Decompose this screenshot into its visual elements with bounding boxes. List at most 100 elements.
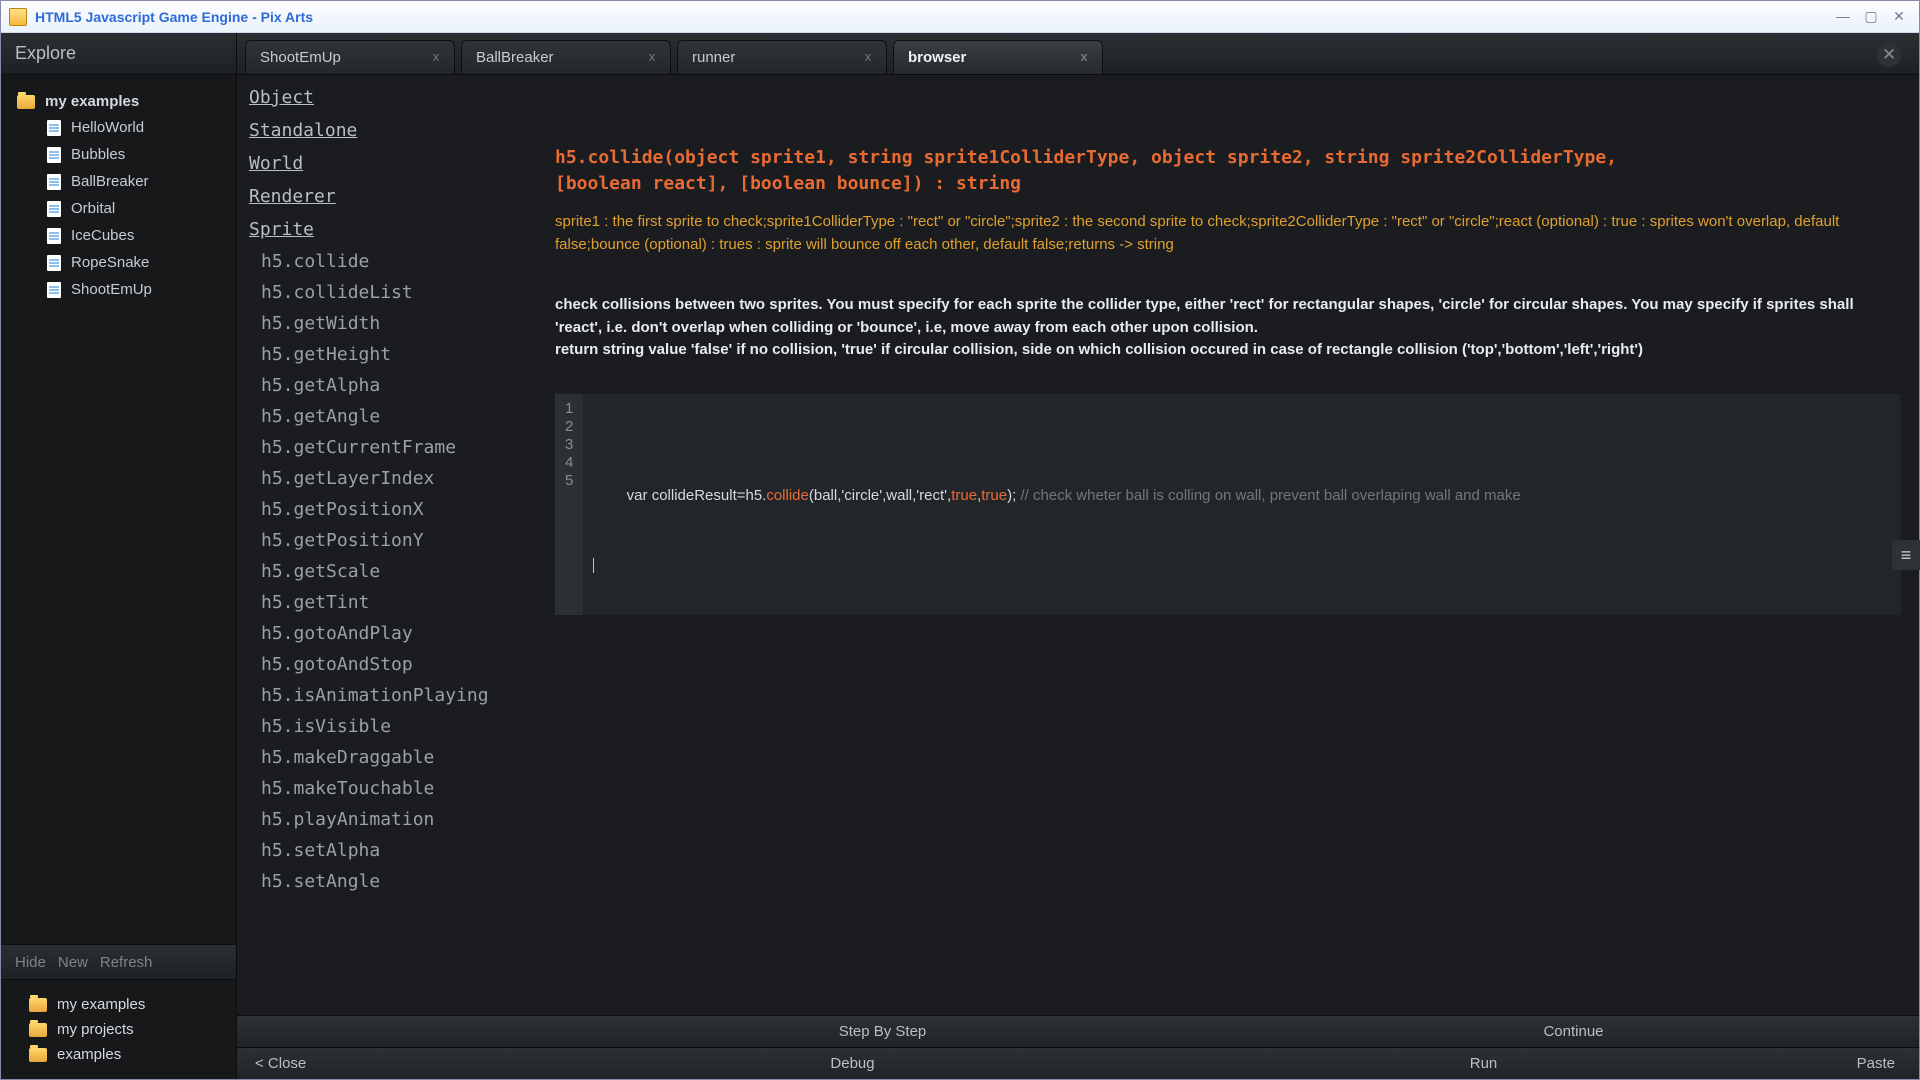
folder-my-examples[interactable]: my examples <box>11 992 226 1017</box>
tab-close-button[interactable]: x <box>644 49 660 65</box>
api-item-h5-setalpha[interactable]: h5.setAlpha <box>237 835 537 866</box>
folders-list: my examples my projects examples <box>1 980 236 1079</box>
api-item-h5-isvisible[interactable]: h5.isVisible <box>237 711 537 742</box>
api-item-h5-maketouchable[interactable]: h5.makeTouchable <box>237 773 537 804</box>
tab-label: ShootEmUp <box>260 49 341 66</box>
code-example[interactable]: 12345 var collideResult=h5.collide(ball,… <box>555 394 1901 615</box>
footer-bar: < Close Debug Run Paste <box>237 1047 1919 1079</box>
tab-runner[interactable]: runner x <box>677 40 887 74</box>
explorer-header: Explore <box>1 33 236 75</box>
tab-label: browser <box>908 49 966 66</box>
api-category-object[interactable]: Object <box>237 81 537 114</box>
refresh-button[interactable]: Refresh <box>100 954 153 971</box>
function-signature-line2: [boolean react], [boolean bounce]) : str… <box>555 171 1901 197</box>
explorer-sidebar: Explore my examples HelloWorld BubblesBal… <box>1 33 237 1079</box>
file-label: RopeSnake <box>71 254 149 271</box>
workspace: ObjectStandaloneWorldRendererSpriteh5.co… <box>237 75 1919 1015</box>
maximize-button[interactable]: ▢ <box>1859 7 1883 27</box>
file-icon <box>47 120 61 136</box>
api-item-h5-getpositionx[interactable]: h5.getPositionX <box>237 494 537 525</box>
tab-close-button[interactable]: x <box>860 49 876 65</box>
explorer-tree: my examples HelloWorld BubblesBallBreaker… <box>1 75 236 944</box>
file-icon <box>47 147 61 163</box>
api-item-h5-getscale[interactable]: h5.getScale <box>237 556 537 587</box>
api-item-h5-getangle[interactable]: h5.getAngle <box>237 401 537 432</box>
text-cursor <box>593 558 594 573</box>
close-panel-button[interactable]: < Close <box>237 1055 537 1072</box>
folder-icon <box>29 1048 47 1062</box>
file-icon <box>47 228 61 244</box>
file-icon <box>47 174 61 190</box>
api-navigation[interactable]: ObjectStandaloneWorldRendererSpriteh5.co… <box>237 75 537 1015</box>
continue-button[interactable]: Continue <box>1228 1023 1919 1040</box>
folder-label: examples <box>57 1046 121 1063</box>
side-menu-icon[interactable]: ≡ <box>1892 540 1920 570</box>
tab-shootemup[interactable]: ShootEmUp x <box>245 40 455 74</box>
api-item-h5-playanimation[interactable]: h5.playAnimation <box>237 804 537 835</box>
app-icon <box>9 8 27 26</box>
close-window-button[interactable]: ✕ <box>1887 7 1911 27</box>
long-description: check collisions between two sprites. Yo… <box>555 294 1901 362</box>
doc-body[interactable]: h5.collide(object sprite1, string sprite… <box>537 75 1919 1015</box>
api-category-world[interactable]: World <box>237 147 537 180</box>
file-item-shootemup[interactable]: ShootEmUp <box>11 276 226 303</box>
code-lines[interactable]: var collideResult=h5.collide(ball,'circl… <box>583 394 1530 615</box>
api-item-h5-isanimationplaying[interactable]: h5.isAnimationPlaying <box>237 680 537 711</box>
debug-bar: Step By Step Continue <box>237 1015 1919 1047</box>
api-category-renderer[interactable]: Renderer <box>237 180 537 213</box>
api-item-h5-gotoandstop[interactable]: h5.gotoAndStop <box>237 649 537 680</box>
documentation-panel: h5.collide(object sprite1, string sprite… <box>537 75 1919 1015</box>
tab-close-button[interactable]: x <box>428 49 444 65</box>
file-item-icecubes[interactable]: IceCubes <box>11 222 226 249</box>
tab-ballbreaker[interactable]: BallBreakerx <box>461 40 671 74</box>
api-item-h5-collide[interactable]: h5.collide <box>237 246 537 277</box>
file-item-bubbles[interactable]: Bubbles <box>11 141 226 168</box>
bottom-toolbars: Step By Step Continue < Close Debug Run … <box>237 1015 1919 1079</box>
file-item-ropesnake[interactable]: RopeSnake <box>11 249 226 276</box>
api-item-h5-collidelist[interactable]: h5.collideList <box>237 277 537 308</box>
file-item-helloworld[interactable]: HelloWorld <box>11 114 226 141</box>
tab-label: runner <box>692 49 735 66</box>
api-item-h5-makedraggable[interactable]: h5.makeDraggable <box>237 742 537 773</box>
folder-label: my examples <box>45 93 139 110</box>
main-area: ShootEmUpxBallBreakerxrunnerxbrowserx✕ O… <box>237 33 1919 1079</box>
api-category-standalone[interactable]: Standalone <box>237 114 537 147</box>
api-item-h5-getwidth[interactable]: h5.getWidth <box>237 308 537 339</box>
folder-examples[interactable]: examples <box>11 1042 226 1067</box>
parameters-description: sprite1 : the first sprite to check;spri… <box>555 211 1901 256</box>
api-item-h5-gettint[interactable]: h5.getTint <box>237 587 537 618</box>
api-item-h5-getheight[interactable]: h5.getHeight <box>237 339 537 370</box>
api-item-h5-getpositiony[interactable]: h5.getPositionY <box>237 525 537 556</box>
file-icon <box>47 255 61 271</box>
tab-browser[interactable]: browser x <box>893 40 1103 74</box>
api-item-h5-getcurrentframe[interactable]: h5.getCurrentFrame <box>237 432 537 463</box>
file-label: ShootEmUp <box>71 281 152 298</box>
file-item-ballbreaker[interactable]: BallBreaker <box>11 168 226 195</box>
function-signature-line1: h5.collide(object sprite1, string sprite… <box>555 145 1901 171</box>
api-category-sprite[interactable]: Sprite <box>237 213 537 246</box>
file-label: HelloWorld <box>71 119 144 136</box>
folder-label: my examples <box>57 996 145 1013</box>
titlebar[interactable]: HTML5 Javascript Game Engine - Pix Arts … <box>1 1 1919 33</box>
run-button[interactable]: Run <box>1168 1055 1799 1072</box>
api-item-h5-setangle[interactable]: h5.setAngle <box>237 866 537 897</box>
file-label: Orbital <box>71 200 115 217</box>
api-item-h5-getalpha[interactable]: h5.getAlpha <box>237 370 537 401</box>
minimize-button[interactable]: — <box>1831 7 1855 27</box>
file-item-orbital[interactable]: Orbital <box>11 195 226 222</box>
folder-my-examples[interactable]: my examples <box>11 89 226 114</box>
api-item-h5-getlayerindex[interactable]: h5.getLayerIndex <box>237 463 537 494</box>
paste-button[interactable]: Paste <box>1799 1055 1919 1072</box>
folder-label: my projects <box>57 1021 134 1038</box>
folder-my-projects[interactable]: my projects <box>11 1017 226 1042</box>
api-item-h5-gotoandplay[interactable]: h5.gotoAndPlay <box>237 618 537 649</box>
close-all-tabs-button[interactable]: ✕ <box>1877 43 1901 67</box>
tab-close-button[interactable]: x <box>1076 49 1092 65</box>
step-by-step-button[interactable]: Step By Step <box>537 1023 1228 1040</box>
new-button[interactable]: New <box>58 954 88 971</box>
explorer-commandbar: Hide New Refresh <box>1 944 236 980</box>
folder-icon <box>17 95 35 109</box>
debug-button[interactable]: Debug <box>537 1055 1168 1072</box>
file-icon <box>47 201 61 217</box>
hide-button[interactable]: Hide <box>15 954 46 971</box>
